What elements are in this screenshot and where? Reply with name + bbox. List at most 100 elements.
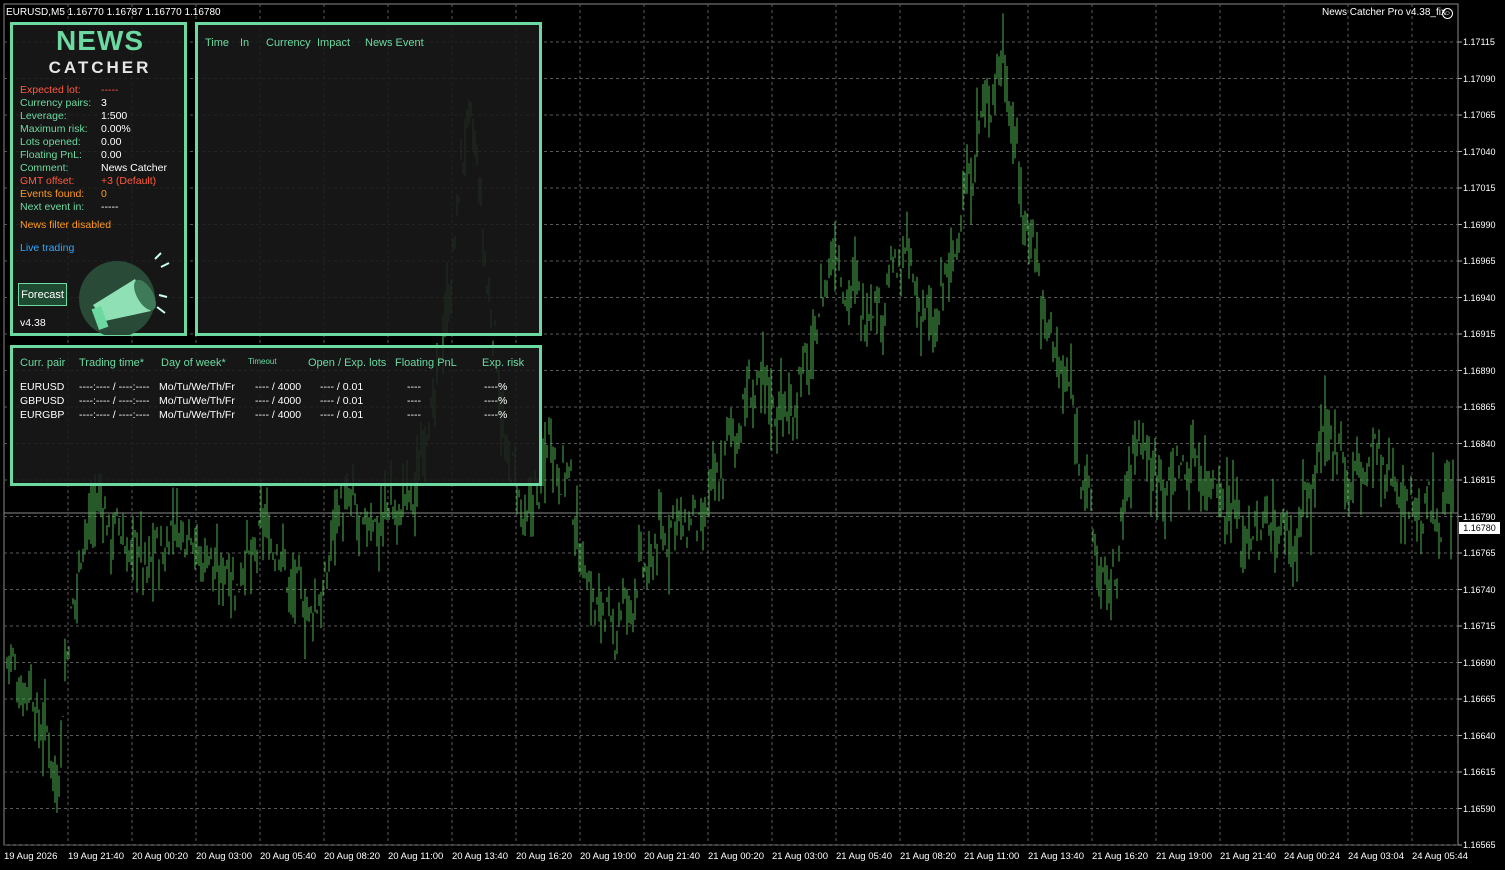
time-tick-label: 20 Aug 11:00 [388,851,444,862]
price-tick-label: 1.16865 [1463,402,1496,412]
smiley-icon[interactable]: ☺ [1442,8,1453,19]
forecast-button[interactable]: Forecast [18,283,67,306]
pair-cell-pnl: ---- [407,409,421,421]
price-tick-label: 1.17065 [1463,110,1496,120]
price-tick-label: 1.16765 [1463,548,1496,558]
price-tick-label: 1.16590 [1463,803,1496,814]
logo-news: NEWS [56,25,144,56]
info-label: Maximum risk: [20,123,88,135]
news-filter-status: News filter disabled [20,219,112,231]
info-panel: NEWS CATCHER Expected lot: ----- Currency … [10,22,187,337]
time-tick-label: 20 Aug 16:20 [516,851,572,862]
time-tick-label: 21 Aug 19:00 [1156,851,1212,862]
pair-cell-risk: ----% [484,409,508,421]
pair-cell-timeout: ---- / 4000 [255,409,302,421]
pair-cell-timeout: ---- / 4000 [255,381,302,393]
price-tick-label: 1.16815 [1463,475,1496,485]
price-tick-label: 1.16915 [1463,329,1496,339]
info-value: 0.00 [101,149,122,161]
pairs-col-day-of-week: Day of week* [161,357,226,369]
news-col-event: News Event [365,37,424,49]
pairs-col-timeout: Timeout [248,357,277,366]
version-label: v4.38 [20,317,46,329]
info-label: Events found: [20,188,85,200]
price-tick-label: 1.16565 [1463,840,1496,850]
pair-cell-trading_time: ----:---- / ----:---- [79,395,150,407]
pair-cell-days: Mo/Tu/We/Th/Fr [159,409,235,421]
time-tick-label: 21 Aug 08:20 [900,851,956,862]
news-col-currency: Currency [266,37,311,49]
time-tick-label: 20 Aug 03:00 [196,851,252,862]
pairs-col-trading-time: Trading time* [79,357,145,369]
time-tick-label: 20 Aug 00:20 [132,851,188,862]
price-tick-label: 1.17015 [1463,183,1496,193]
news-col-impact: Impact [317,37,351,49]
info-label: Lots opened: [20,136,81,148]
info-label: Floating PnL: [20,149,82,161]
news-col-in: In [240,37,250,49]
ea-label: News Catcher Pro v4.38_fix [1322,7,1446,18]
info-label: Currency pairs: [20,97,92,109]
price-tick-label: 1.16840 [1463,438,1496,449]
current-price-label: 1.16780 [1459,522,1500,534]
price-tick-label: 1.16940 [1463,292,1496,303]
price-tick-label: 1.16740 [1463,584,1496,595]
price-tick-label: 1.16990 [1463,219,1496,230]
news-col-time: Time [205,37,230,49]
time-tick-label: 19 Aug 2026 [4,851,58,862]
pair-cell-pnl: ---- [407,395,421,407]
pair-cell-trading_time: ----:---- / ----:---- [79,409,150,421]
pair-cell-pair: EURUSD [20,381,65,393]
live-trading-status: Live trading [20,242,75,254]
pair-cell-pair: GBPUSD [20,395,65,407]
time-tick-label: 20 Aug 13:40 [452,851,508,862]
price-tick-label: 1.16615 [1463,767,1496,777]
pair-cell-lots: ---- / 0.01 [320,395,364,407]
megaphone-icon [75,249,175,337]
time-tick-label: 21 Aug 21:40 [1220,851,1276,862]
price-tick-label: 1.16640 [1463,730,1496,741]
price-tick-label: 1.17040 [1463,146,1496,157]
pair-cell-trading_time: ----:---- / ----:---- [79,381,150,393]
time-tick-label: 21 Aug 13:40 [1028,851,1084,862]
time-tick-label: 21 Aug 16:20 [1092,851,1148,862]
pairs-panel: Curr. pair Trading time* Day of week* Ti… [10,345,542,486]
time-tick-label: 21 Aug 05:40 [836,851,892,862]
price-tick-label: 1.17090 [1463,73,1496,84]
info-value: 3 [101,97,107,109]
info-label: GMT offset: [20,175,75,187]
info-value: 0 [101,188,107,200]
pair-cell-days: Mo/Tu/We/Th/Fr [159,395,235,407]
info-label: Next event in: [20,201,85,213]
pair-cell-lots: ---- / 0.01 [320,409,364,421]
time-tick-label: 21 Aug 03:00 [772,851,828,862]
pair-cell-pair: EURGBP [20,409,65,421]
info-value: 1:500 [101,110,128,122]
price-tick-label: 1.16715 [1463,621,1496,631]
news-panel: Time In Currency Impact News Event [195,22,542,336]
info-value: ----- [101,84,119,96]
info-label: Comment: [20,162,69,174]
time-tick-label: 20 Aug 19:00 [580,851,636,862]
symbol-info: EURUSD,M5 1.16770 1.16787 1.16770 1.1678… [6,7,221,18]
info-value: ----- [101,201,119,213]
pairs-col-open-lots: Open / Exp. lots [308,357,387,369]
pair-cell-timeout: ---- / 4000 [255,395,302,407]
time-tick-label: 21 Aug 11:00 [964,851,1020,862]
pair-cell-pnl: ---- [407,381,421,393]
time-tick-label: 24 Aug 05:44 [1412,851,1468,862]
time-tick-label: 24 Aug 03:04 [1348,851,1404,862]
time-tick-label: 19 Aug 21:40 [68,851,124,862]
time-tick-label: 21 Aug 00:20 [708,851,764,862]
time-tick-label: 24 Aug 00:24 [1284,851,1340,862]
pair-cell-lots: ---- / 0.01 [320,381,364,393]
time-tick-label: 20 Aug 05:40 [260,851,316,862]
price-tick-label: 1.16690 [1463,657,1496,668]
time-tick-label: 20 Aug 21:40 [644,851,700,862]
info-value: +3 (Default) [101,175,157,187]
info-value: News Catcher [101,162,167,174]
pair-cell-days: Mo/Tu/We/Th/Fr [159,381,235,393]
pairs-col-exp-risk: Exp. risk [482,357,525,369]
info-value: 0.00 [101,136,122,148]
pairs-col-pair: Curr. pair [20,357,66,369]
